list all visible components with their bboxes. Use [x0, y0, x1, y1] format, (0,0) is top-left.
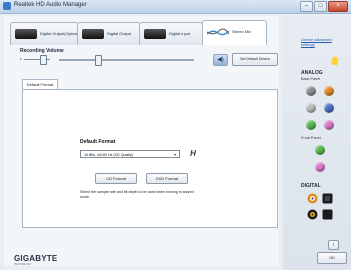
note-icon	[331, 56, 339, 66]
h-icon[interactable]: H	[188, 149, 198, 159]
digital-input-jack-icon	[144, 29, 166, 39]
recording-volume-slider[interactable]	[59, 55, 194, 66]
minimize-icon[interactable]: –	[300, 1, 313, 12]
dvd-format-button[interactable]: DVD Format	[146, 173, 188, 184]
app-icon	[3, 2, 11, 10]
cd-format-button[interactable]: CD Format	[95, 173, 137, 184]
recording-volume-title: Recording Volume	[20, 48, 64, 54]
coaxial-black-icon[interactable]	[307, 209, 318, 220]
info-button[interactable]: i	[328, 240, 339, 250]
tab-digital-output[interactable]: Digital Output	[77, 22, 140, 45]
gigabyte-logo: GIGABYTE	[14, 254, 58, 263]
window-controls: – □ ×	[300, 1, 348, 12]
default-format-select[interactable]: 16 Bits, 44100 Hz (CD Quality) ▾	[80, 150, 180, 158]
side-panel: Device advanced settings ANALOG Back Pan…	[283, 16, 351, 270]
default-format-panel: Default Format 16 Bits, 44100 Hz (CD Qua…	[22, 89, 278, 228]
gray-jack-icon[interactable]	[306, 86, 316, 96]
back-panel-label: Back Panel	[301, 77, 321, 81]
digital-header: DIGITAL	[301, 183, 321, 189]
analog-header: ANALOG	[301, 70, 323, 76]
device-tabs: Digital Output(Optical) Digital Output D…	[10, 20, 275, 46]
default-format-title: Default Format	[80, 139, 116, 145]
window-title: Realtek HD Audio Manager	[14, 2, 87, 8]
front-panel-label: Front Panel	[301, 136, 321, 140]
tab-label: Stereo Mix	[232, 29, 252, 34]
front-pink-jack-icon[interactable]	[315, 162, 325, 172]
left-label: L	[20, 56, 23, 61]
front-green-jack-icon[interactable]	[315, 145, 325, 155]
optical-in-icon[interactable]	[322, 209, 333, 220]
stereo-mix-cable-icon	[207, 28, 229, 36]
set-default-device-button[interactable]: Set Default Device	[232, 53, 278, 66]
pink-jack-icon[interactable]	[324, 120, 334, 130]
tab-digital-input[interactable]: Digital Input	[139, 22, 203, 45]
app-window: Realtek HD Audio Manager – □ × Digital O…	[0, 0, 351, 270]
title-bar: Realtek HD Audio Manager – □ ×	[0, 0, 351, 14]
bottom-bar: GIGABYTE TECHNOLOGY	[4, 231, 279, 266]
recording-volume-knob[interactable]	[95, 55, 102, 66]
blue-jack-icon[interactable]	[324, 103, 334, 113]
tab-label: Digital Output	[107, 31, 132, 36]
tab-label: Digital Output(Optical)	[40, 31, 80, 36]
tab-stereo-mix[interactable]: Stereo Mix	[202, 20, 267, 45]
maximize-icon[interactable]: □	[314, 1, 327, 12]
coaxial-orange-icon[interactable]	[307, 193, 318, 204]
digital-jack-icon	[82, 29, 104, 39]
close-icon[interactable]: ×	[328, 1, 348, 12]
optical-jack-icon	[15, 29, 37, 39]
balance-slider-knob[interactable]	[40, 55, 47, 65]
tab-digital-output-optical[interactable]: Digital Output(Optical)	[10, 22, 80, 45]
main-panel: Digital Output(Optical) Digital Output D…	[4, 16, 279, 266]
format-description: Select the sample rate and bit depth to …	[80, 190, 194, 199]
default-format-value: 16 Bits, 44100 Hz (CD Quality)	[84, 153, 134, 157]
orange-jack-icon[interactable]	[324, 86, 334, 96]
balance-slider[interactable]	[24, 55, 50, 65]
tab-label: Digital Input	[169, 31, 191, 36]
optical-out-icon[interactable]	[322, 193, 333, 204]
green-jack-icon[interactable]	[306, 120, 316, 130]
chevron-down-icon: ▾	[173, 152, 176, 157]
ok-button[interactable]: OK	[317, 252, 347, 264]
gigabyte-tagline: TECHNOLOGY	[14, 263, 32, 266]
speaker-mute-icon[interactable]: ◀)	[213, 54, 228, 66]
silver-jack-icon[interactable]	[306, 103, 316, 113]
device-advanced-settings-link[interactable]: Device advanced settings	[301, 37, 341, 47]
